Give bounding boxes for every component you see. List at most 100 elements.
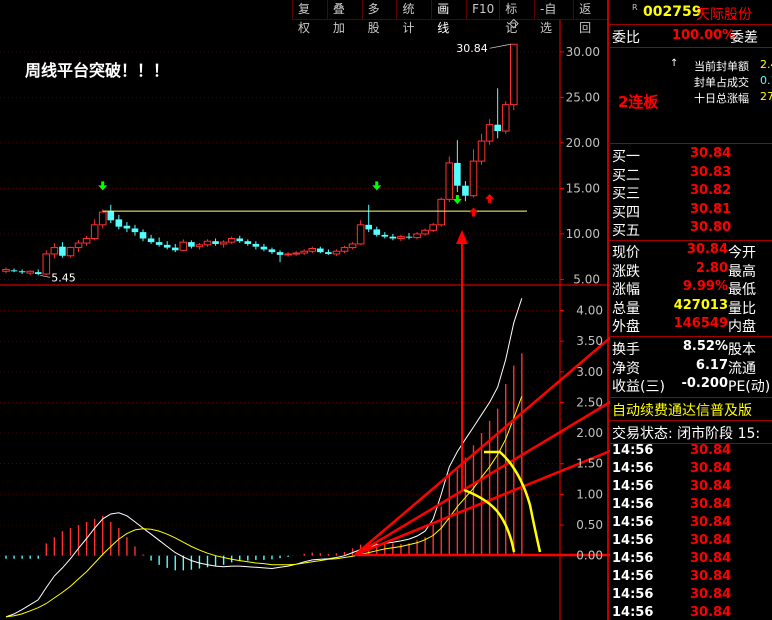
- tick-price: 30.84: [690, 551, 732, 566]
- panel-divider: [610, 336, 772, 337]
- macd-tick-label: 0.00: [576, 549, 603, 563]
- candle-body-up: [509, 43, 518, 106]
- stat-value: 146549: [673, 316, 728, 331]
- green-down-arrow-icon: [372, 181, 382, 191]
- candle-body-down: [59, 246, 66, 256]
- candle-body-down: [34, 272, 42, 274]
- tick-price: 30.84: [690, 605, 732, 620]
- green-down-arrow-icon: [98, 181, 108, 191]
- candle-body-down: [171, 247, 179, 251]
- candle-body-up: [300, 250, 309, 254]
- fan-line-1: [354, 449, 610, 557]
- tick-price: 30.84: [690, 461, 732, 476]
- seal-row-value: 2.4: [760, 58, 772, 71]
- seal-row-value: 27: [760, 90, 772, 103]
- quote-panel: R 002759天际股份委比 100.00%委差 ↑ 当前封单额 2.4 封单占成交 0.1 十…: [610, 0, 772, 620]
- candle-body-up: [98, 211, 107, 226]
- candle-body-down: [389, 236, 397, 239]
- candle-body-down: [365, 224, 372, 230]
- candle-body-down: [268, 249, 276, 253]
- candle-body-down: [236, 238, 244, 242]
- tick-time: 14:56: [612, 479, 654, 494]
- latest-marker-icon: [508, 18, 519, 29]
- promo-banner[interactable]: 自动续费通达信普及版: [612, 400, 752, 420]
- macd-tick-label: 1.00: [576, 487, 603, 501]
- tick-price: 30.84: [690, 515, 732, 530]
- bid-label: 买四: [612, 204, 640, 221]
- stat2-value: 8.52%: [682, 339, 728, 354]
- stat-label: 涨幅: [612, 282, 640, 298]
- macd-tick-label: 2.50: [576, 395, 603, 409]
- stat-value: 427013: [673, 297, 728, 313]
- candle-body-up: [429, 224, 437, 231]
- candle-body-down: [462, 185, 469, 196]
- candle-body-up: [413, 233, 421, 239]
- weibi-label: 委比: [612, 30, 640, 46]
- candle-body-up: [74, 242, 83, 249]
- pin-icon: ↑: [670, 58, 679, 69]
- bid-label: 买一: [612, 149, 640, 165]
- tick-time: 14:56: [612, 605, 654, 620]
- seal-row-label: 封单占成交: [694, 76, 749, 89]
- tick-time: 14:56: [612, 551, 654, 566]
- bid-label: 买五: [612, 223, 640, 239]
- candle-body-up: [477, 140, 486, 162]
- tick-price: 30.84: [690, 497, 732, 512]
- candle-body-up: [397, 236, 405, 239]
- low-leader: [40, 274, 51, 278]
- candle-body-down: [212, 241, 219, 244]
- bid-label: 买二: [612, 167, 640, 184]
- candle-body-up: [90, 224, 99, 239]
- tick-time: 14:56: [612, 443, 654, 458]
- candle-body-down: [252, 243, 260, 247]
- bid-price: 30.82: [690, 183, 732, 198]
- candle-body-down: [155, 242, 163, 245]
- seal-row-label: 十日总涨幅: [694, 92, 749, 105]
- stat-right-label: 量比: [728, 300, 756, 317]
- bid-price: 30.80: [690, 220, 732, 235]
- stock-name: 天际股份: [696, 7, 752, 23]
- candle-body-up: [42, 253, 51, 275]
- candle-body-up: [421, 229, 429, 235]
- tick-price: 30.84: [690, 569, 732, 584]
- trade-status: 交易状态: 闭市阶段 15:: [612, 426, 761, 442]
- seal-row-label: 当前封单额: [694, 60, 749, 73]
- candle-body-up: [332, 250, 341, 255]
- candle-body-up: [501, 104, 510, 132]
- candle-body-down: [163, 244, 171, 248]
- macd-tick-label: 2.00: [576, 426, 603, 440]
- candle-body-up: [445, 162, 454, 200]
- candle-body-down: [373, 229, 381, 235]
- chart-area: 30.00 25.00 20.00 15.00 10.00 5.00 4.00 3.50 3.0…: [0, 0, 610, 620]
- candle-body-up: [2, 268, 10, 272]
- macd-tick-label: 3.00: [576, 365, 603, 379]
- panel-divider: [610, 24, 772, 25]
- candle-body-up: [26, 270, 34, 274]
- candle-body-down: [454, 162, 461, 186]
- panel-divider: [610, 143, 772, 144]
- candle-body-up: [308, 247, 317, 252]
- panel-divider: [610, 420, 772, 421]
- high-leader: [489, 43, 511, 49]
- candle-body-up: [203, 240, 212, 246]
- candle-body-down: [188, 242, 195, 247]
- stat-right-label: 最高: [728, 263, 756, 280]
- candle-body-down: [139, 232, 147, 239]
- macd-tick-label: 3.50: [576, 334, 603, 348]
- macd-tick-label: 0.50: [576, 518, 603, 532]
- stat2-value: 6.17: [695, 357, 728, 373]
- tick-time: 14:56: [612, 587, 654, 602]
- stat-value: 9.99%: [682, 279, 728, 294]
- candle-body-down: [131, 228, 139, 233]
- candle-body-down: [381, 234, 389, 237]
- candle-body-down: [244, 241, 252, 244]
- candle-body-up: [219, 241, 228, 245]
- bid-label: 买三: [612, 186, 640, 202]
- candle-body-up: [356, 224, 365, 245]
- stat-label: 涨跌: [612, 263, 640, 280]
- stat2-label: 净资: [612, 360, 640, 377]
- candle-body-down: [494, 124, 501, 132]
- candle-body-up: [469, 160, 478, 197]
- seal-row-value: 0.1: [760, 74, 772, 87]
- stat-right-label: 内盘: [728, 319, 756, 335]
